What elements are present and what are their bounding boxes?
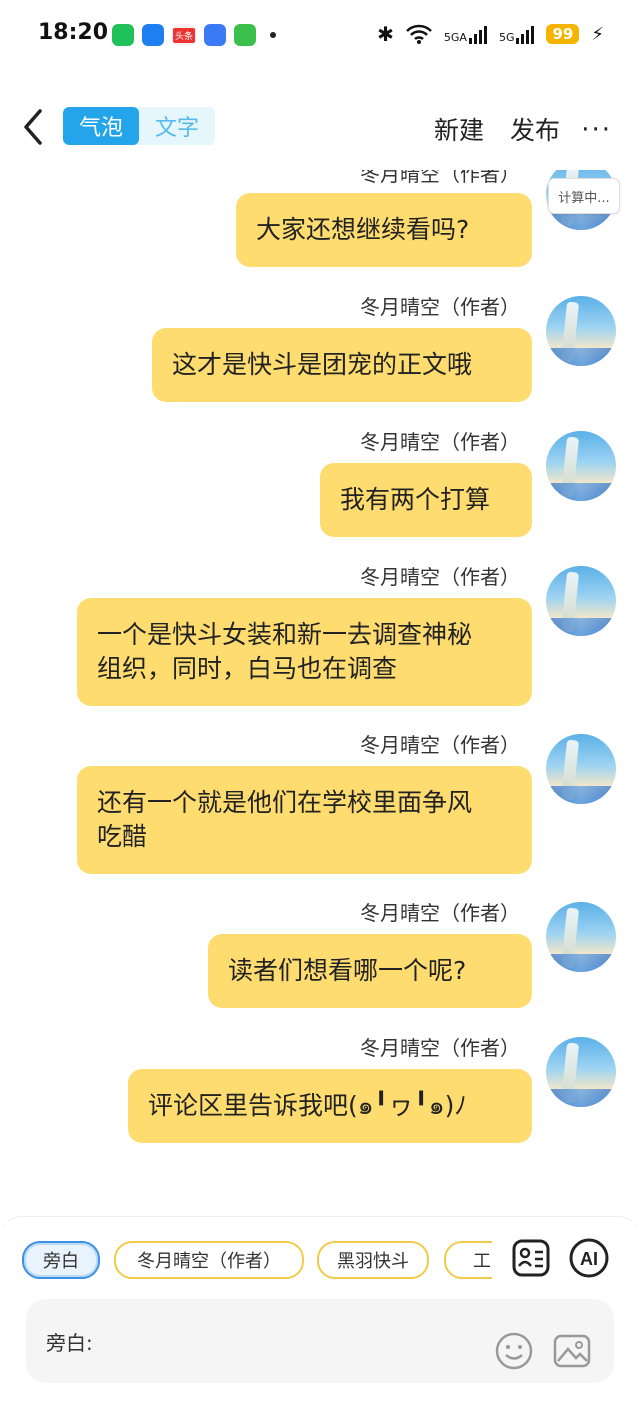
battery-icon: 99 [546,24,580,44]
input-role-label: 旁白: [46,1331,93,1355]
role-card-icon[interactable] [510,1237,552,1279]
tab-text[interactable]: 文字 [139,107,215,145]
role-chip-kudo[interactable]: 工藤 [444,1241,492,1279]
wifi-icon [406,24,432,44]
bluetooth-icon: ✱ [377,22,394,46]
avatar[interactable] [546,296,616,366]
message-author: 冬月晴空（作者） [360,295,520,319]
tab-bubble[interactable]: 气泡 [63,107,139,145]
avatar[interactable] [546,431,616,501]
role-chip-narration[interactable]: 旁白 [22,1241,100,1279]
calculating-badge: 计算中... [548,178,620,214]
message-input[interactable] [108,1323,492,1357]
mode-switch: 气泡 文字 [63,107,215,145]
wechat-icon [112,24,134,46]
message-author: 冬月晴空（作者） [360,1036,520,1060]
message-author: 冬月晴空（作者） [360,733,520,757]
message-author: 冬月晴空（作者） [360,430,520,454]
avatar[interactable] [546,734,616,804]
system-icons: ✱ 5GA 5G 99 ⚡ [377,22,604,46]
message-line: 一个是快斗女装和新一去调查神秘 [97,620,473,649]
message-bubble[interactable]: 大家还想继续看吗? [236,193,532,267]
notification-icons: 头条 [112,24,276,46]
ai-icon[interactable]: AI [568,1237,610,1279]
message-bubble[interactable]: 一个是快斗女装和新一去调查神秘 组织，同时，白马也在调查 [77,598,532,706]
role-chip-kaito[interactable]: 黑羽快斗 [317,1241,429,1279]
more-notifications-icon [270,32,276,38]
avatar[interactable] [546,1037,616,1107]
role-chip-author[interactable]: 冬月晴空（作者） [114,1241,304,1279]
status-time: 18:20 [38,20,109,45]
message-line: 还有一个就是他们在学校里面争风 [97,788,473,817]
more-menu-icon[interactable]: ··· [581,115,612,145]
new-button[interactable]: 新建 [434,111,484,147]
svg-text:AI: AI [580,1249,598,1269]
message-bubble[interactable]: 我有两个打算 [320,463,532,537]
avatar[interactable] [546,902,616,972]
image-icon[interactable] [552,1331,592,1371]
message-line: 吃醋 [97,822,148,851]
composer-panel: 旁白 冬月晴空（作者） 黑羽快斗 工藤 AI 旁白: [0,1216,640,1409]
message-author: 冬月晴空（作者） [360,170,520,186]
signal-5ga-icon: 5GA [444,24,487,44]
message-input-box[interactable]: 旁白: [26,1299,614,1383]
message-bubble[interactable]: 评论区里告诉我吧(๑╹ヮ╹๑)ﾉ [128,1069,532,1143]
top-bar: 气泡 文字 新建 发布 ··· [0,95,640,165]
toutiao-icon: 头条 [172,24,196,46]
message-bubble[interactable]: 读者们想看哪一个呢? [208,934,532,1008]
app-icon [204,24,226,46]
back-icon[interactable] [18,107,48,147]
charging-icon: ⚡ [591,23,604,45]
message-author: 冬月晴空（作者） [360,565,520,589]
signal-5g-icon: 5G [499,24,535,44]
message-author: 冬月晴空（作者） [360,901,520,925]
message-bubble[interactable]: 这才是快斗是团宠的正文哦 [152,328,532,402]
role-selector: 旁白 冬月晴空（作者） 黑羽快斗 工藤 [22,1241,492,1281]
avatar[interactable] [546,566,616,636]
status-bar: 18:20 头条 ✱ 5GA 5G 99 ⚡ [0,0,640,70]
chat-list[interactable]: 冬月晴空（作者） 大家还想继续看吗? 冬月晴空（作者） 这才是快斗是团宠的正文哦… [0,170,640,1215]
message-bubble[interactable]: 还有一个就是他们在学校里面争风 吃醋 [77,766,532,874]
feishu-icon [142,24,164,46]
publish-button[interactable]: 发布 [510,111,560,147]
emoji-icon[interactable] [494,1331,534,1371]
app-icon-green [234,24,256,46]
message-line: 组织，同时，白马也在调查 [97,654,398,683]
